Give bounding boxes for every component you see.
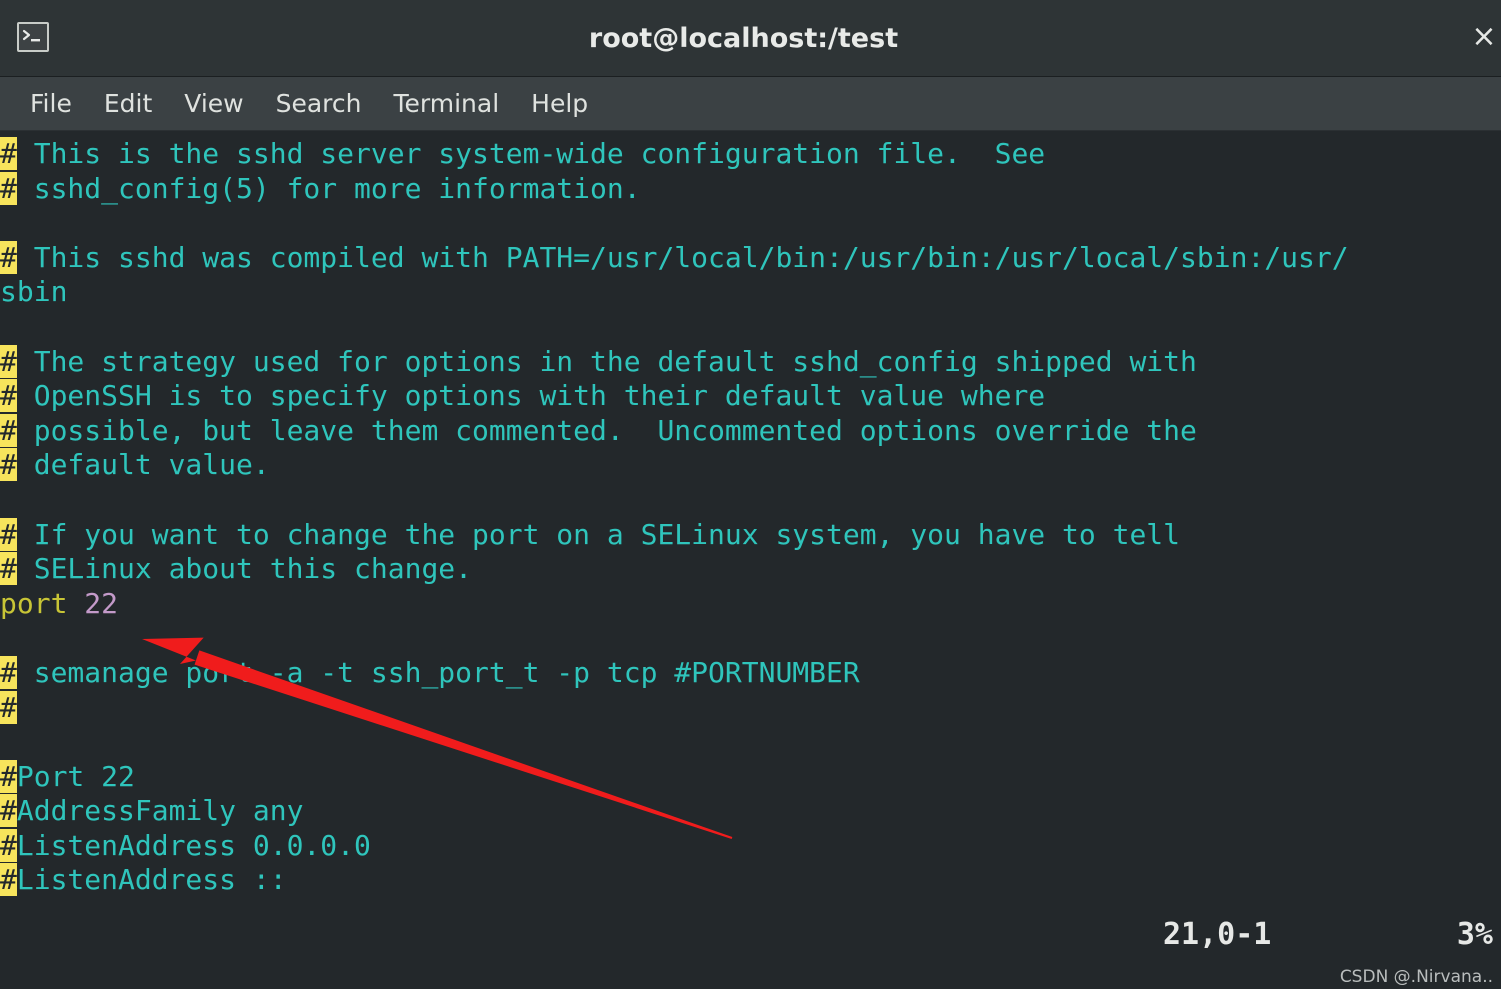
comment-marker: # [0, 552, 17, 586]
menu-bar: File Edit View Search Terminal Help [0, 77, 1501, 131]
comment-marker: # [0, 413, 17, 447]
terminal-icon [17, 22, 49, 52]
port-separator [67, 587, 84, 620]
close-icon[interactable]: × [1469, 22, 1499, 54]
comment-marker: # [0, 794, 17, 828]
comment-marker: # [0, 759, 17, 793]
comment-marker: # [0, 448, 17, 482]
terminal-line: # default value. [0, 448, 1501, 483]
comment-text: semanage port -a -t ssh_port_t -p tcp #P… [16, 655, 860, 689]
port-value: 22 [84, 586, 119, 620]
watermark-label: CSDN @.Nirvana.. [1339, 967, 1493, 987]
port-keyword: port [0, 586, 68, 620]
comment-marker: # [0, 690, 17, 724]
terminal-line: # possible, but leave them commented. Un… [0, 413, 1501, 449]
terminal-line: # If you want to change the port on a SE… [0, 517, 1501, 553]
window-title: root@localhost:/test [588, 22, 899, 54]
menu-item-view[interactable]: View [168, 89, 259, 118]
comment-text: sbin [0, 275, 68, 309]
comment-marker: # [0, 137, 17, 170]
menu-item-terminal[interactable]: Terminal [377, 89, 515, 118]
comment-marker: # [0, 828, 17, 862]
comment-text: This is the sshd server system-wide conf… [16, 137, 1046, 170]
comment-marker: # [0, 517, 17, 551]
terminal-line: # sshd_config(5) for more information. [0, 171, 1501, 207]
comment-text: SELinux about this change. [16, 552, 473, 586]
comment-marker: # [0, 240, 17, 274]
comment-text: AddressFamily any [16, 794, 304, 828]
terminal-line: # semanage port -a -t ssh_port_t -p tcp … [0, 655, 1501, 691]
comment-marker: # [0, 655, 17, 689]
comment-text: If you want to change the port on a SELi… [16, 517, 1181, 551]
comment-marker: # [0, 863, 17, 897]
comment-marker: # [0, 171, 17, 205]
terminal-content[interactable]: # This is the sshd server system-wide co… [0, 131, 1501, 989]
terminal-line: # The strategy used for options in the d… [0, 344, 1501, 380]
title-bar: root@localhost:/test × [0, 0, 1501, 77]
terminal-line: # This is the sshd server system-wide co… [0, 137, 1501, 172]
comment-text: This sshd was compiled with PATH=/usr/lo… [16, 240, 1349, 274]
comment-text: Port 22 [16, 759, 135, 793]
scroll-percent: 3% [1456, 917, 1493, 952]
terminal-line: #Port 22 [0, 759, 1501, 795]
menu-item-edit[interactable]: Edit [88, 89, 168, 118]
comment-text: possible, but leave them commented. Unco… [16, 413, 1197, 447]
terminal-line: # OpenSSH is to specify options with the… [0, 379, 1501, 414]
vim-buffer: # This is the sshd server system-wide co… [0, 137, 1501, 898]
comment-marker: # [0, 344, 17, 378]
port-directive-line: port 22 [0, 587, 1501, 622]
terminal-line: #ListenAddress :: [0, 863, 1501, 898]
comment-text: sshd_config(5) for more information. [16, 171, 641, 205]
vim-status-line: 21,0-1 3% [0, 917, 1501, 957]
menu-item-help[interactable]: Help [515, 89, 604, 118]
terminal-line: #AddressFamily any [0, 794, 1501, 829]
menu-item-file[interactable]: File [14, 89, 88, 118]
menu-item-search[interactable]: Search [260, 89, 378, 118]
comment-text: OpenSSH is to specify options with their… [16, 379, 1046, 413]
cursor-position: 21,0-1 [1163, 917, 1272, 952]
comment-text: ListenAddress :: [16, 863, 287, 897]
terminal-line: sbin [0, 275, 1501, 310]
terminal-line: #ListenAddress 0.0.0.0 [0, 828, 1501, 864]
comment-marker: # [0, 379, 17, 413]
terminal-line: # [0, 690, 1501, 726]
terminal-window: root@localhost:/test × File Edit View Se… [0, 0, 1501, 989]
comment-text: ListenAddress 0.0.0.0 [16, 828, 371, 862]
comment-text: default value. [16, 448, 270, 482]
terminal-line: # This sshd was compiled with PATH=/usr/… [0, 240, 1501, 276]
terminal-line: # SELinux about this change. [0, 552, 1501, 587]
comment-text: The strategy used for options in the def… [16, 344, 1197, 378]
